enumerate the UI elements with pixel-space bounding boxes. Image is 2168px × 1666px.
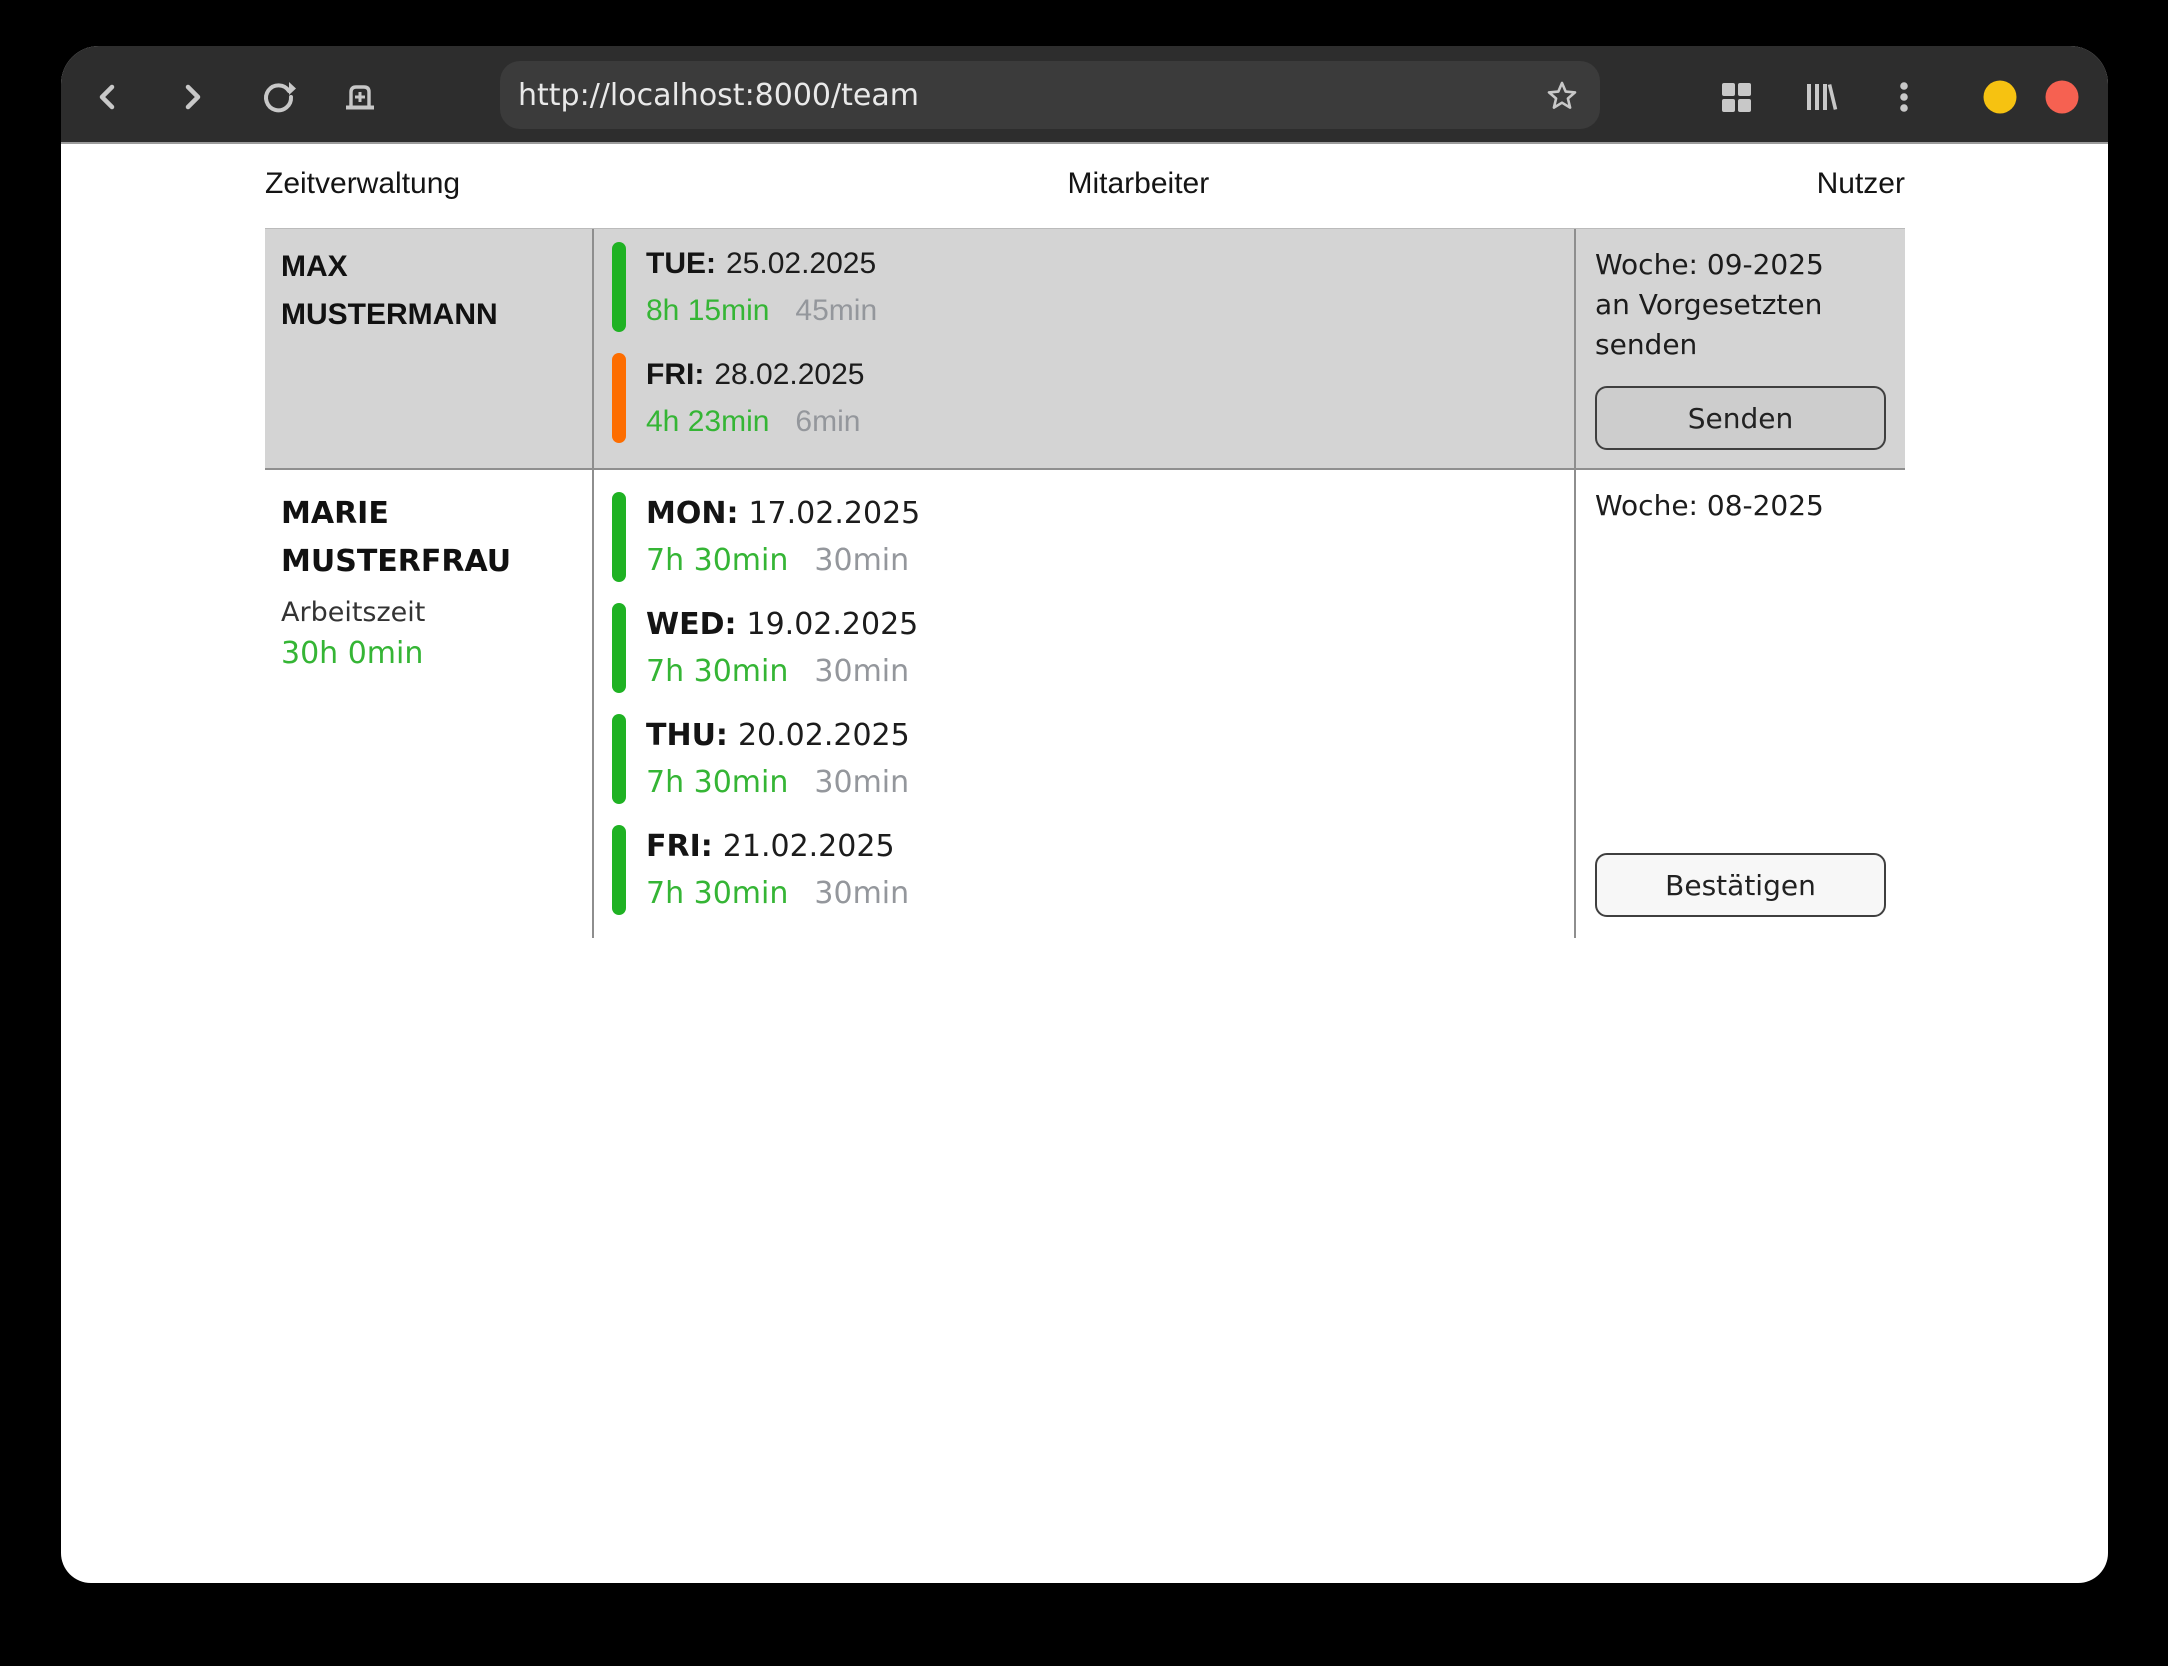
employee-days-cell: TUE: 25.02.2025 8h 15min 45min FRI: 28.02.2… [592,229,1574,468]
pause-time: 30min [814,876,909,911]
reload-button[interactable] [258,77,298,117]
status-bar-green [612,603,626,693]
employee-week-cell: Woche: 09-2025 an Vorgesetzten senden Se… [1574,229,1905,468]
pause-time: 30min [814,543,909,578]
day-entry: WED: 19.02.2025 7h 30min 30min [612,603,1564,693]
employee-row-max: MAX MUSTERMANN TUE: 25.02.2025 8h 15min 45… [265,229,1905,470]
bestaetigen-button[interactable]: Bestätigen [1595,853,1886,917]
worked-time: 4h 23min [646,405,769,438]
reload-icon [260,79,296,115]
status-bar-orange [612,353,626,443]
status-bar-green [612,714,626,804]
pause-time: 6min [795,405,860,438]
day-date: 19.02.2025 [746,607,918,642]
nav-item-nutzer[interactable]: Nutzer [1817,167,1905,201]
browser-toolbar: http://localhost:8000/team [61,46,2108,144]
close-button[interactable] [2046,81,2079,114]
day-label: WED: [646,607,736,642]
employee-row-marie: MARIE MUSTERFRAU Arbeitszeit 30h 0min MO… [265,470,1905,938]
employee-name: MAX MUSTERMANN [281,243,582,339]
day-entry: FRI: 21.02.2025 7h 30min 30min [612,825,1564,915]
desktop: { "browser": { "url": "http://localhost:… [0,0,2168,1666]
day-date: 25.02.2025 [726,247,876,280]
day-entry: THU: 20.02.2025 7h 30min 30min [612,714,1564,804]
employee-name-cell: MAX MUSTERMANN [265,229,592,468]
day-label: FRI: [646,358,704,391]
new-tab-button[interactable] [340,77,380,117]
employee-name-cell: MARIE MUSTERFRAU Arbeitszeit 30h 0min [265,470,592,938]
status-bar-green [612,492,626,582]
library-icon [1802,79,1838,115]
day-date: 28.02.2025 [714,358,864,391]
employee-days-cell: MON: 17.02.2025 7h 30min 30min WED: 19.02.2… [592,470,1574,938]
day-entry: MON: 17.02.2025 7h 30min 30min [612,492,1564,582]
worked-time: 7h 30min [646,765,788,800]
worked-time: 7h 30min [646,654,788,689]
library-button[interactable] [1800,77,1840,117]
day-date: 20.02.2025 [738,718,910,753]
day-date: 17.02.2025 [748,496,920,531]
senden-button[interactable]: Senden [1595,386,1886,450]
worked-time: 8h 15min [646,294,769,327]
nav-item-mitarbeiter[interactable]: Mitarbeiter [1068,167,1210,201]
forward-icon [174,79,210,115]
day-entry: TUE: 25.02.2025 8h 15min 45min [612,242,1564,332]
worktime-value: 30h 0min [281,632,582,676]
url-text[interactable]: http://localhost:8000/team [518,78,1542,113]
day-label: TUE: [646,247,716,280]
pause-time: 30min [814,765,909,800]
day-label: THU: [646,718,728,753]
status-bar-green [612,242,626,332]
menu-button[interactable] [1884,77,1924,117]
bookmark-star-icon [1544,77,1580,113]
bookmark-button[interactable] [1542,75,1582,115]
back-button[interactable] [88,77,128,117]
url-bar[interactable]: http://localhost:8000/team [500,61,1600,129]
pause-time: 30min [814,654,909,689]
employee-name: MARIE MUSTERFRAU [281,490,582,586]
browser-window: http://localhost:8000/team [61,46,2108,1583]
employee-week-cell: Woche: 08-2025 Bestätigen [1574,470,1905,938]
extensions-button[interactable] [1716,77,1756,117]
day-label: FRI: [646,829,713,864]
back-icon [90,79,126,115]
extensions-grid-icon [1718,79,1754,115]
team-table: MAX MUSTERMANN TUE: 25.02.2025 8h 15min 45… [265,228,1905,938]
new-tab-icon [342,79,378,115]
status-bar-green [612,825,626,915]
worked-time: 7h 30min [646,876,788,911]
day-date: 21.02.2025 [723,829,895,864]
pause-time: 45min [795,294,877,327]
week-label: Woche: 08-2025 [1595,486,1850,526]
worked-time: 7h 30min [646,543,788,578]
day-entry: FRI: 28.02.2025 4h 23min 6min [612,353,1564,443]
week-label: Woche: 09-2025 an Vorgesetzten senden [1595,245,1850,365]
menu-kebab-icon [1886,79,1922,115]
forward-button[interactable] [172,77,212,117]
page-nav: Zeitverwaltung Mitarbeiter Nutzer [265,162,1905,206]
nav-item-zeitverwaltung[interactable]: Zeitverwaltung [265,167,460,201]
minimize-button[interactable] [1984,81,2017,114]
worktime-label: Arbeitszeit [281,594,582,632]
day-label: MON: [646,496,738,531]
